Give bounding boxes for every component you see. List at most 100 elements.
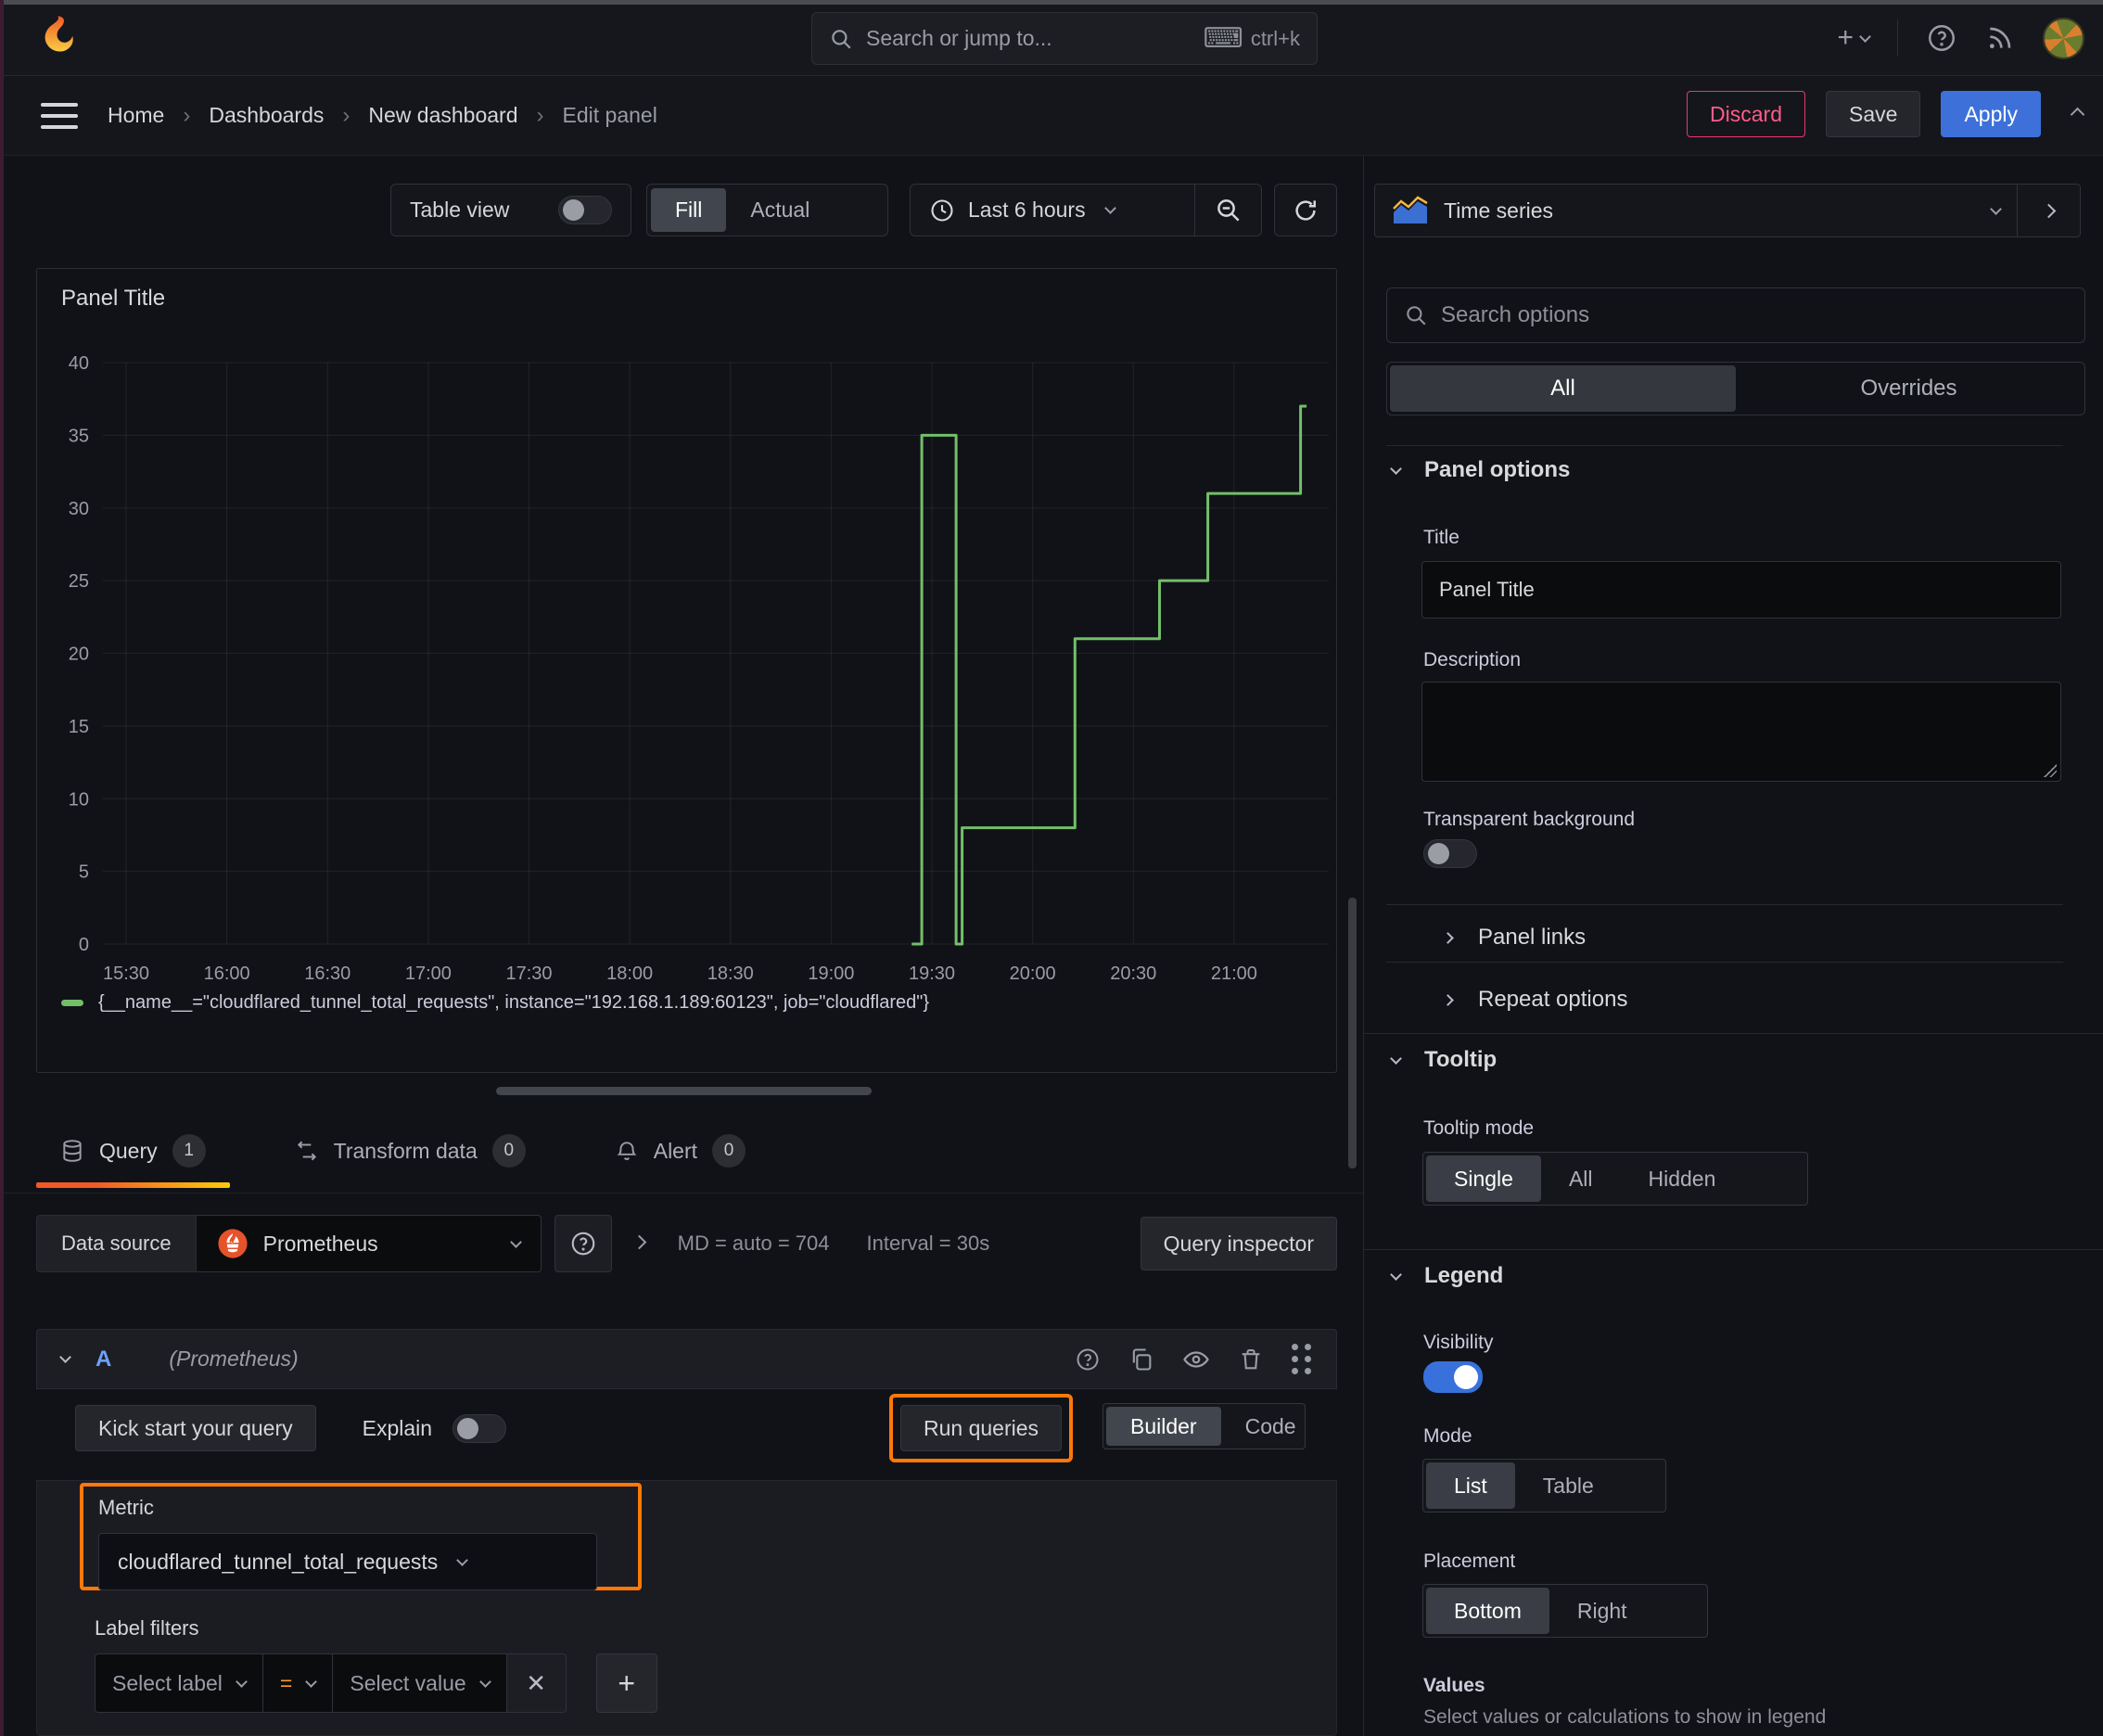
x-tick-label: 17:30 bbox=[505, 964, 552, 984]
breadcrumb-home[interactable]: Home bbox=[108, 103, 164, 128]
fill-option[interactable]: Fill bbox=[651, 188, 727, 232]
run-queries-button[interactable]: Run queries bbox=[900, 1405, 1063, 1451]
explain-toggle[interactable] bbox=[452, 1413, 507, 1443]
legend-mode-list-option[interactable]: List bbox=[1426, 1462, 1515, 1509]
query-editor-body: Metric cloudflared_tunnel_total_requests… bbox=[36, 1480, 1337, 1736]
tab-overrides[interactable]: Overrides bbox=[1736, 365, 2082, 412]
x-tick-label: 20:30 bbox=[1110, 964, 1156, 984]
legend-mode-table-option[interactable]: Table bbox=[1515, 1462, 1622, 1509]
chevron-down-icon bbox=[456, 1553, 469, 1566]
legend-series-swatch[interactable] bbox=[61, 1000, 83, 1006]
chevron-right-icon bbox=[1442, 993, 1454, 1006]
description-option-label: Description bbox=[1423, 649, 1522, 670]
y-tick-label: 5 bbox=[79, 862, 89, 883]
metric-select[interactable]: cloudflared_tunnel_total_requests bbox=[98, 1533, 597, 1590]
panel-links-section[interactable]: Panel links bbox=[1442, 914, 1587, 961]
collapse-options-icon[interactable] bbox=[2070, 104, 2085, 124]
tooltip-hidden-option[interactable]: Hidden bbox=[1621, 1155, 1744, 1202]
y-tick-label: 0 bbox=[79, 935, 89, 955]
breadcrumb: Home › Dashboards › New dashboard › Edit… bbox=[108, 102, 657, 128]
tooltip-single-option[interactable]: Single bbox=[1426, 1155, 1541, 1202]
x-tick-label: 16:30 bbox=[304, 964, 350, 984]
panel-links-label: Panel links bbox=[1478, 925, 1587, 950]
tab-transform-data[interactable]: Transform data 0 bbox=[271, 1117, 550, 1184]
x-tick-label: 20:00 bbox=[1010, 964, 1056, 984]
time-range-picker[interactable]: Last 6 hours bbox=[911, 198, 1194, 223]
tab-all[interactable]: All bbox=[1390, 365, 1736, 412]
tooltip-section-header[interactable]: Tooltip bbox=[1390, 1047, 1498, 1073]
operator-dropdown[interactable]: = bbox=[262, 1653, 334, 1713]
breadcrumb-dashboards[interactable]: Dashboards bbox=[209, 103, 324, 128]
panel-title-input[interactable]: Panel Title bbox=[1421, 561, 2061, 619]
breadcrumb-new-dashboard[interactable]: New dashboard bbox=[368, 103, 517, 128]
select-label-dropdown[interactable]: Select label bbox=[95, 1653, 263, 1713]
label-filters-label: Label filters bbox=[95, 1616, 199, 1640]
refresh-button[interactable] bbox=[1274, 184, 1337, 236]
datasource-picker[interactable]: Prometheus bbox=[196, 1215, 542, 1272]
search-options-input[interactable]: Search options bbox=[1386, 287, 2085, 343]
interval-info: Interval = 30s bbox=[866, 1232, 990, 1255]
code-option[interactable]: Code bbox=[1221, 1407, 1320, 1446]
legend-placement-right-option[interactable]: Right bbox=[1549, 1588, 1655, 1634]
repeat-options-section[interactable]: Repeat options bbox=[1442, 976, 1628, 1023]
query-inspector-button[interactable]: Query inspector bbox=[1140, 1217, 1337, 1270]
actual-option[interactable]: Actual bbox=[726, 188, 834, 232]
tab-query[interactable]: Query 1 bbox=[36, 1117, 230, 1188]
help-icon[interactable] bbox=[1926, 22, 1957, 54]
tooltip-mode-switch: Single All Hidden bbox=[1422, 1152, 1808, 1206]
keyboard-icon: ⌨ bbox=[1203, 23, 1243, 54]
tooltip-all-option[interactable]: All bbox=[1541, 1155, 1621, 1202]
duplicate-query-icon[interactable] bbox=[1128, 1347, 1154, 1372]
table-view-label: Table view bbox=[410, 198, 510, 222]
legend-series-label[interactable]: {__name__="cloudflared_tunnel_total_requ… bbox=[98, 992, 929, 1014]
query-help-icon[interactable] bbox=[1075, 1347, 1101, 1372]
hide-query-icon[interactable] bbox=[1182, 1346, 1210, 1373]
menu-icon[interactable] bbox=[41, 102, 78, 129]
legend-mode-label: Mode bbox=[1423, 1425, 1472, 1447]
add-new-button[interactable]: + bbox=[1837, 22, 1871, 54]
explain-label: Explain bbox=[362, 1415, 433, 1440]
collapse-query-icon[interactable] bbox=[59, 1351, 71, 1363]
drag-handle-icon[interactable] bbox=[1292, 1344, 1312, 1374]
tab-alert[interactable]: Alert 0 bbox=[591, 1117, 770, 1184]
time-range-label: Last 6 hours bbox=[968, 198, 1086, 222]
query-row-header[interactable]: A (Prometheus) bbox=[36, 1329, 1337, 1389]
tooltip-heading: Tooltip bbox=[1424, 1047, 1498, 1072]
datasource-help-button[interactable] bbox=[554, 1215, 612, 1272]
legend-section-header[interactable]: Legend bbox=[1390, 1263, 1504, 1289]
query-options-expander[interactable] bbox=[631, 1234, 646, 1252]
panel-options-section-header[interactable]: Panel options bbox=[1390, 457, 1571, 483]
news-rss-icon[interactable] bbox=[1985, 23, 2015, 53]
builder-option[interactable]: Builder bbox=[1106, 1407, 1221, 1446]
add-filter-button[interactable]: + bbox=[595, 1653, 657, 1713]
repeat-options-label: Repeat options bbox=[1478, 987, 1628, 1012]
legend-values-label: Values bbox=[1423, 1675, 1485, 1696]
grafana-logo-icon[interactable] bbox=[33, 13, 82, 65]
panel-options-heading: Panel options bbox=[1424, 457, 1571, 482]
legend-visibility-toggle[interactable] bbox=[1423, 1361, 1483, 1393]
remove-filter-button[interactable]: ✕ bbox=[506, 1653, 567, 1713]
time-series-chart[interactable]: 0 5 10 15 20 25 30 35 40 15:30 16:00 16:30 17:00 17:3… bbox=[37, 269, 1338, 1074]
save-button[interactable]: Save bbox=[1826, 91, 1921, 137]
legend-placement-bottom-option[interactable]: Bottom bbox=[1426, 1588, 1549, 1634]
transparent-background-toggle[interactable] bbox=[1423, 839, 1477, 868]
kick-start-query-button[interactable]: Kick start your query bbox=[75, 1405, 316, 1451]
pane-resize-handle[interactable] bbox=[496, 1087, 872, 1095]
zoom-out-button[interactable] bbox=[1194, 185, 1261, 236]
legend-heading: Legend bbox=[1424, 1263, 1504, 1288]
series-line[interactable] bbox=[911, 404, 1307, 946]
select-value-dropdown[interactable]: Select value bbox=[333, 1653, 507, 1713]
chevron-down-icon bbox=[1859, 30, 1871, 43]
description-textarea[interactable] bbox=[1421, 682, 2061, 782]
discard-button[interactable]: Discard bbox=[1687, 91, 1806, 137]
search-icon bbox=[832, 29, 851, 49]
legend-mode-switch: List Table bbox=[1422, 1459, 1666, 1513]
apply-button[interactable]: Apply bbox=[1941, 91, 2041, 137]
visualization-picker[interactable]: Time series bbox=[1375, 196, 2017, 225]
datasource-value: Prometheus bbox=[262, 1231, 378, 1256]
collapse-sidebar-button[interactable] bbox=[2017, 185, 2080, 236]
global-search-input[interactable]: Search or jump to... ⌨ ctrl+k bbox=[811, 12, 1318, 65]
table-view-toggle[interactable] bbox=[558, 196, 612, 224]
user-avatar[interactable] bbox=[2043, 17, 2084, 59]
delete-query-icon[interactable] bbox=[1238, 1347, 1264, 1372]
